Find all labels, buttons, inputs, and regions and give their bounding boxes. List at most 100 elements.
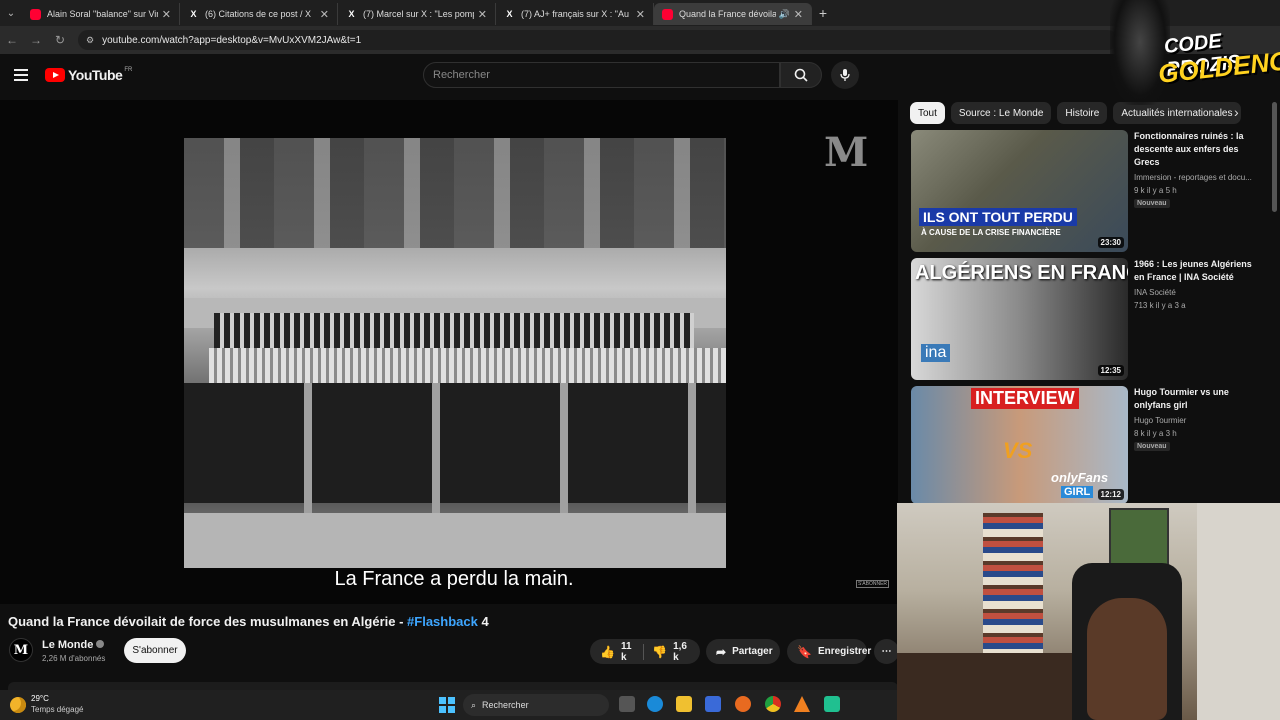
browser-tab[interactable]: X (6) Citations de ce post / X ✕	[180, 3, 338, 25]
close-icon[interactable]: ✕	[636, 8, 645, 21]
recommended-video[interactable]: ILS ONT TOUT PERDU À CAUSE DE LA CRISE F…	[911, 130, 1271, 252]
edge-icon[interactable]	[647, 696, 663, 712]
recommended-meta: 9 k il y a 5 h	[1134, 186, 1177, 195]
share-label: Partager	[732, 646, 773, 657]
youtube-logo[interactable]: YouTube FR	[45, 67, 132, 83]
logo-text: YouTube	[68, 67, 123, 83]
save-button[interactable]: 🔖 Enregistrer	[787, 639, 871, 664]
browser-tab[interactable]: X (7) AJ+ français sur X : "Au Cana ✕	[496, 3, 654, 25]
weather-moon-icon[interactable]	[10, 697, 26, 713]
recommended-meta: 8 k il y a 3 h	[1134, 429, 1177, 438]
like-count[interactable]: 11 k	[621, 641, 635, 663]
subscribe-watermark[interactable]: S'ABONNER	[856, 580, 890, 588]
save-label: Enregistrer	[817, 646, 872, 657]
close-icon[interactable]: ✕	[478, 8, 487, 21]
search-icon	[794, 68, 808, 82]
site-settings-icon[interactable]: ⚙	[86, 35, 94, 46]
file-explorer-icon[interactable]	[676, 696, 692, 712]
video-thumbnail[interactable]: ALGÉRIENS EN FRANCE ina 12:35	[911, 258, 1128, 380]
subscriber-count: 2,26 M d'abonnés	[42, 654, 106, 663]
video-duration: 12:35	[1097, 365, 1124, 376]
stream-overlay-logo: CODE PROZIS GOLDENG	[1110, 0, 1280, 105]
channel-name[interactable]: Le Monde	[42, 639, 105, 651]
windows-start-icon[interactable]	[439, 697, 455, 713]
recommended-meta: 713 k il y a 3 a	[1134, 301, 1186, 310]
recommended-video[interactable]: ALGÉRIENS EN FRANCE ina 12:35 1966 : Les…	[911, 258, 1271, 380]
taskbar-search[interactable]: ⌕ Rechercher	[463, 694, 609, 716]
subscribe-button[interactable]: S'abonner	[124, 638, 186, 663]
close-icon[interactable]: ✕	[162, 8, 171, 21]
video-thumbnail[interactable]: ILS ONT TOUT PERDU À CAUSE DE LA CRISE F…	[911, 130, 1128, 252]
search-icon: ⌕	[471, 699, 477, 710]
video-player[interactable]	[0, 100, 898, 604]
url-text: youtube.com/watch?app=desktop&v=MvUxXVM2…	[102, 34, 362, 46]
thumbnail-caption: ILS ONT TOUT PERDU	[919, 208, 1077, 226]
x-icon: X	[506, 9, 513, 19]
task-view-icon[interactable]	[619, 696, 635, 712]
chip-source[interactable]: Source : Le Monde	[950, 102, 1052, 124]
speaker-icon[interactable]: 🔊	[779, 9, 790, 20]
recommended-channel: Hugo Tourmier	[1134, 416, 1187, 425]
browser-tab[interactable]: Alain Soral "balance" sur Vincent ✕	[22, 3, 180, 25]
recommended-channel: INA Société	[1134, 288, 1176, 297]
new-badge: Nouveau	[1134, 442, 1170, 451]
sidebar-scrollbar[interactable]	[1272, 102, 1277, 212]
ina-logo: ina	[921, 344, 951, 362]
new-tab-button[interactable]: +	[812, 5, 834, 21]
video-frame	[184, 138, 726, 568]
forward-arrow-icon[interactable]: →	[24, 33, 48, 47]
close-icon[interactable]: ✕	[794, 8, 803, 21]
store-icon[interactable]	[705, 696, 721, 712]
thumbnail-caption: GIRL	[1061, 486, 1094, 498]
search-button[interactable]	[780, 62, 822, 88]
weather-description[interactable]: Temps dégagé	[31, 705, 83, 714]
tab-title: Quand la France dévoilait d	[679, 9, 776, 19]
dislike-count[interactable]: 1,6 k	[673, 641, 690, 663]
chevron-right-icon[interactable]: ›	[1234, 104, 1239, 120]
firefox-icon[interactable]	[735, 696, 751, 712]
video-title-number: 4	[477, 614, 489, 629]
back-arrow-icon[interactable]: ←	[0, 33, 24, 47]
hashtag-link[interactable]: #Flashback	[407, 614, 478, 629]
thumbs-down-icon[interactable]: 👎	[652, 645, 667, 659]
thumbnail-caption: ALGÉRIENS EN FRANCE	[915, 262, 1128, 284]
bookmark-icon: 🔖	[797, 644, 812, 659]
taskbar-search-label: Rechercher	[482, 700, 529, 710]
close-icon[interactable]: ✕	[320, 8, 329, 21]
recommended-video[interactable]: INTERVIEW VS onlyFans GIRL 12:12 Hugo To…	[911, 386, 1271, 504]
verified-icon	[96, 640, 105, 648]
browser-tab-strip: ⌄ Alain Soral "balance" sur Vincent ✕ X …	[0, 0, 1280, 26]
chrome-icon[interactable]	[765, 696, 781, 712]
more-actions-button[interactable]: ⋯	[874, 639, 899, 664]
thumbnail-caption: VS	[1003, 438, 1033, 463]
channel-avatar[interactable]: M	[9, 638, 33, 662]
tab-title: (6) Citations de ce post / X	[205, 9, 312, 19]
menu-icon[interactable]	[14, 69, 28, 81]
windows-taskbar: 29°C Temps dégagé ⌕ Rechercher	[0, 690, 897, 720]
tab-search-icon[interactable]: ⌄	[0, 0, 22, 26]
video-thumbnail[interactable]: INTERVIEW VS onlyFans GIRL 12:12	[911, 386, 1128, 504]
thumbs-up-icon[interactable]: 👍	[600, 645, 615, 659]
youtube-header: YouTube FR Rechercher	[0, 54, 1280, 100]
browser-tab-active[interactable]: Quand la France dévoilait d 🔊 ✕	[654, 3, 812, 25]
vlc-icon[interactable]	[794, 696, 810, 712]
tab-title: (7) Marcel sur X : "Les pompiers	[363, 9, 474, 19]
reload-icon[interactable]: ↻	[48, 33, 72, 47]
app-icon[interactable]	[824, 696, 840, 712]
voice-search-button[interactable]	[831, 61, 859, 89]
url-field[interactable]: ⚙ youtube.com/watch?app=desktop&v=MvUxXV…	[78, 30, 1118, 50]
chip-all[interactable]: Tout	[910, 102, 945, 124]
chip-history[interactable]: Histoire	[1057, 102, 1108, 124]
more-dots-icon: ⋯	[881, 646, 892, 657]
video-title-text: Quand la France dévoilait de force des m…	[8, 614, 408, 629]
weather-temperature[interactable]: 29°C	[31, 694, 49, 703]
x-icon: X	[190, 9, 197, 19]
video-duration: 23:30	[1097, 237, 1124, 248]
search-input[interactable]: Rechercher	[423, 62, 780, 88]
youtube-icon	[30, 8, 41, 20]
share-button[interactable]: ➦ Partager	[706, 639, 780, 664]
x-icon: X	[348, 9, 355, 19]
chip-international[interactable]: Actualités internationales	[1113, 102, 1241, 124]
tab-title: (7) AJ+ français sur X : "Au Cana	[521, 9, 632, 19]
browser-tab[interactable]: X (7) Marcel sur X : "Les pompiers ✕	[338, 3, 496, 25]
